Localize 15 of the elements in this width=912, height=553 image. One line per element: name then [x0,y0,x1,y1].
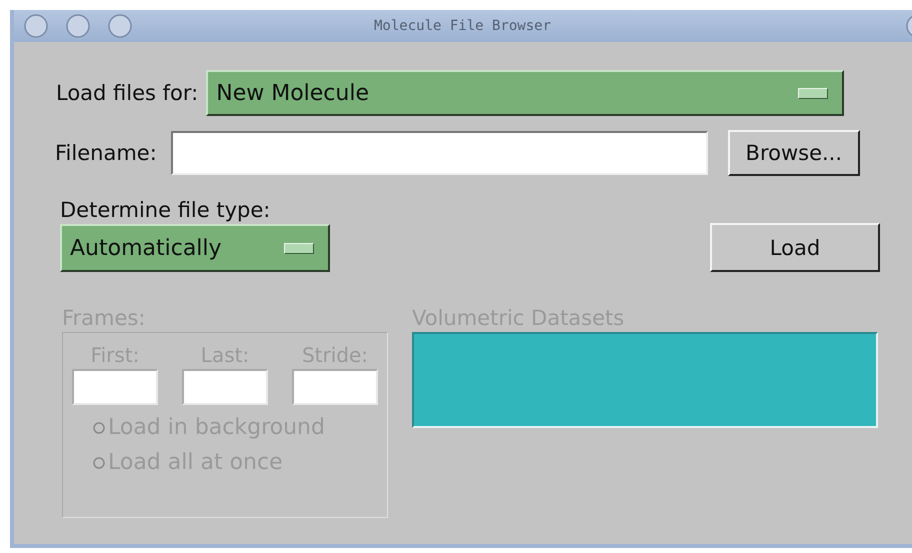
window-title: Molecule File Browser [374,18,552,34]
filename-field[interactable] [170,131,708,175]
dropdown-indicator-icon [284,242,314,254]
window-button-icon[interactable] [66,14,90,38]
molecule-dropdown[interactable]: New Molecule [206,70,844,116]
window-button-icon[interactable] [108,14,132,38]
file-type-dropdown[interactable]: Automatically [60,224,330,272]
browse-button[interactable]: Browse... [728,130,860,176]
datasets-list[interactable] [412,332,878,428]
field-label: Filename: [55,141,157,165]
field-label: Determine file type: [60,198,272,222]
load-button[interactable]: Load [710,223,880,272]
window-button-icon[interactable] [24,14,48,38]
dropdown-indicator-icon [798,88,828,98]
field-label: Load files for: [56,81,198,105]
